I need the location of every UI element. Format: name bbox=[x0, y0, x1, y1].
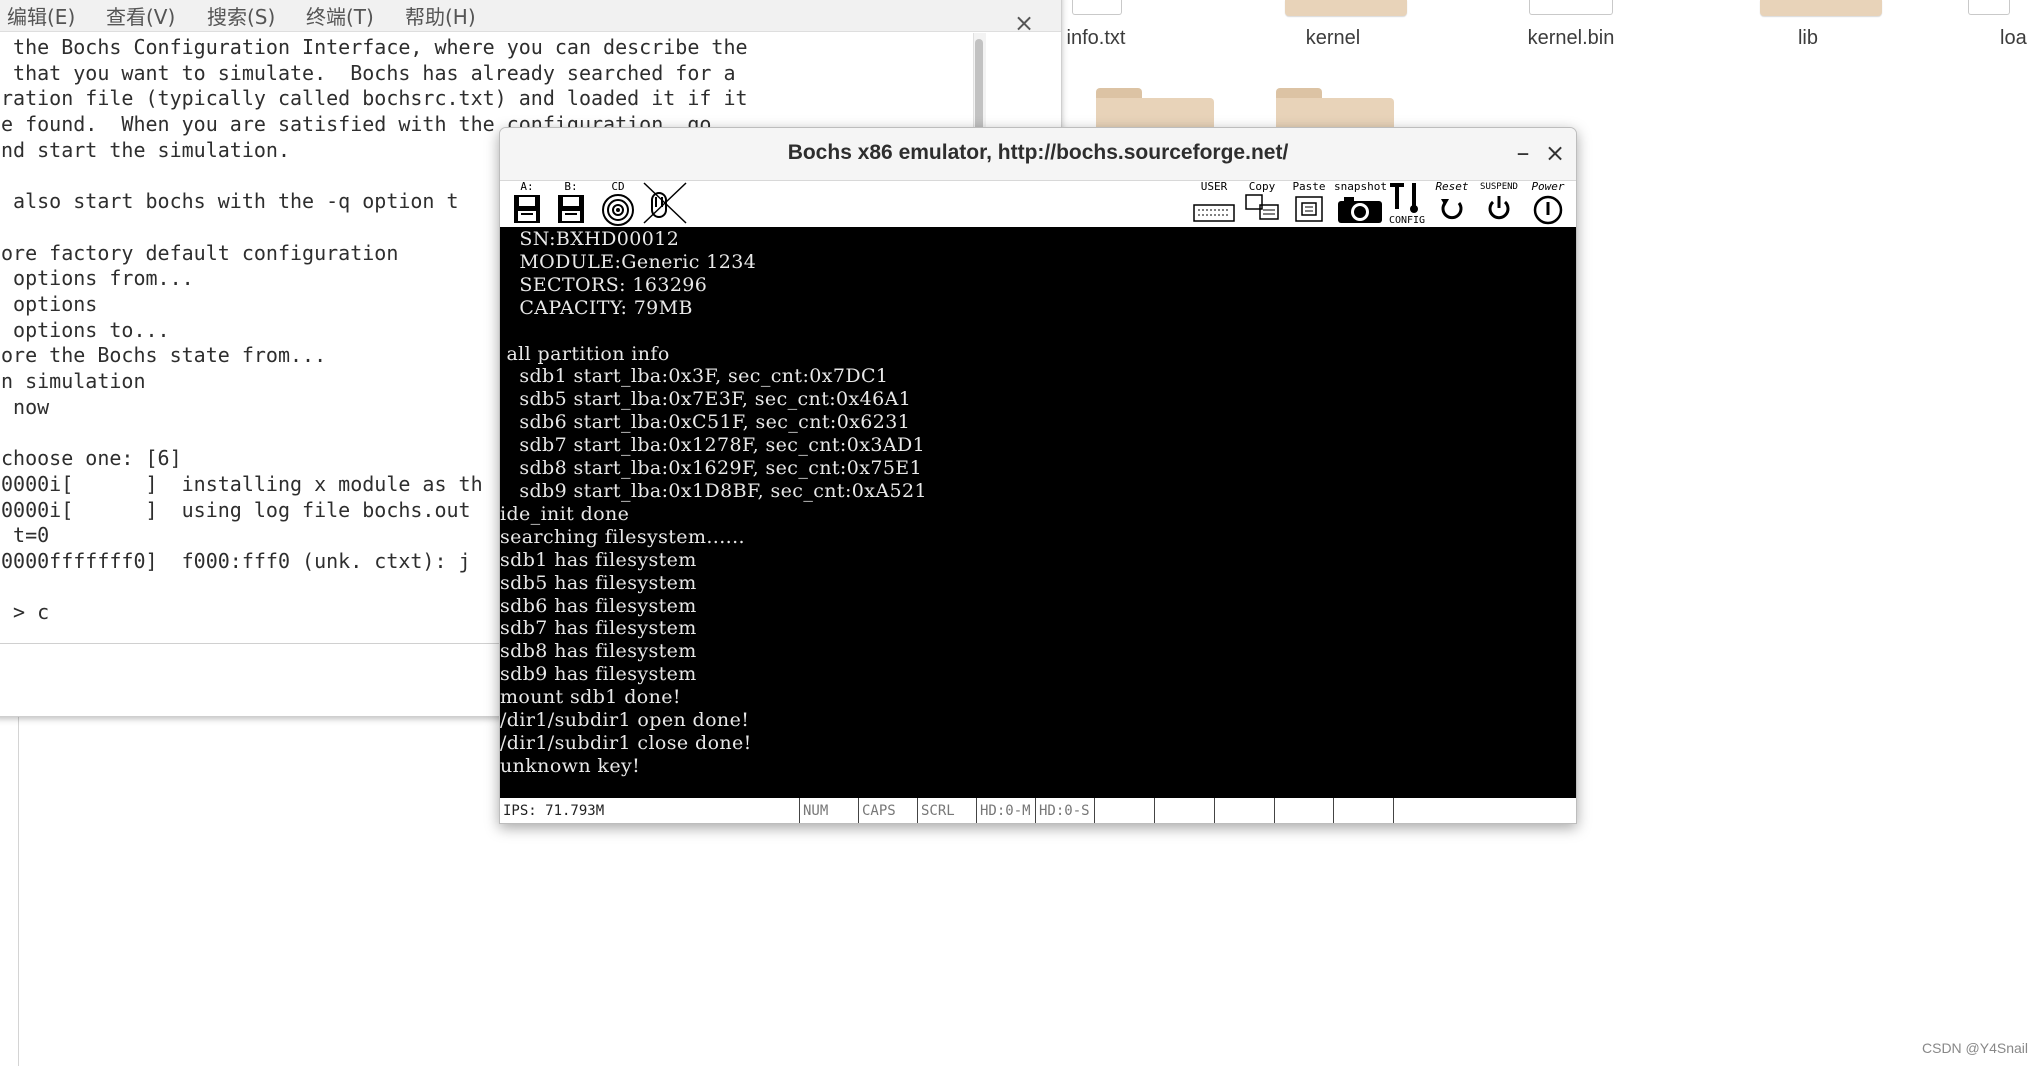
close-icon[interactable]: × bbox=[1006, 5, 1042, 41]
emulator-output: SN:BXHD00012 MODULE:Generic 1234 SECTORS… bbox=[500, 228, 927, 777]
hd-slave-indicator: HD:0-S bbox=[1036, 798, 1095, 823]
folder-icon bbox=[1285, 0, 1407, 16]
file-icon bbox=[1072, 0, 1122, 15]
emulator-screen[interactable]: SN:BXHD00012 MODULE:Generic 1234 SECTORS… bbox=[500, 227, 1576, 797]
file-icon bbox=[1968, 0, 2010, 15]
ips-readout: IPS: 71.793M bbox=[500, 798, 800, 823]
snapshot-button[interactable]: snapshot bbox=[1334, 181, 1387, 227]
floppy-a-button[interactable]: A: bbox=[510, 181, 544, 227]
floppy-b-button[interactable]: B: bbox=[554, 181, 588, 227]
file-manager-divider bbox=[18, 714, 19, 1066]
status-indicator bbox=[1275, 798, 1334, 823]
power-icon bbox=[1533, 195, 1563, 225]
keyboard-icon bbox=[1193, 204, 1235, 222]
user-button[interactable]: USER bbox=[1192, 181, 1236, 227]
config-button[interactable]: CONFIG bbox=[1386, 181, 1428, 227]
close-icon[interactable]: × bbox=[1540, 138, 1570, 168]
suspend-icon bbox=[1488, 196, 1510, 220]
paste-button[interactable]: Paste bbox=[1290, 181, 1328, 227]
mouse-button[interactable] bbox=[642, 181, 688, 227]
folder-icon[interactable] bbox=[1276, 88, 1394, 130]
floppy-icon bbox=[558, 195, 584, 223]
mouse-icon bbox=[643, 182, 687, 224]
hd-master-indicator: HD:0-M bbox=[977, 798, 1036, 823]
file-label: kernel bbox=[1305, 27, 1361, 49]
copy-button[interactable]: Copy bbox=[1242, 181, 1282, 227]
floppy-icon bbox=[514, 195, 540, 223]
menu-help[interactable]: 帮助(H) bbox=[405, 1, 476, 30]
file-label: kernel.bin bbox=[1527, 27, 1615, 49]
camera-icon bbox=[1338, 197, 1382, 223]
bochs-titlebar[interactable]: Bochs x86 emulator, http://bochs.sourcef… bbox=[500, 128, 1576, 181]
reset-icon bbox=[1441, 199, 1463, 220]
reset-button[interactable]: Reset bbox=[1430, 181, 1474, 227]
cdrom-icon bbox=[602, 194, 634, 226]
minimize-icon[interactable]: – bbox=[1508, 138, 1538, 168]
copy-icon bbox=[1245, 194, 1279, 220]
status-indicator bbox=[1155, 798, 1215, 823]
file-label: lib bbox=[1797, 27, 1818, 49]
cdrom-button[interactable]: CD bbox=[598, 181, 638, 227]
status-indicator bbox=[1095, 798, 1155, 823]
terminal-menubar: 编辑(E) 查看(V) 搜索(S) 终端(T) 帮助(H) bbox=[0, 0, 1061, 32]
file-icon bbox=[1529, 0, 1613, 15]
scroll-lock-indicator: SCRL bbox=[918, 798, 977, 823]
status-indicator bbox=[1215, 798, 1275, 823]
config-icon bbox=[1390, 183, 1418, 213]
menu-view[interactable]: 查看(V) bbox=[106, 1, 175, 30]
watermark: CSDN @Y4Snail bbox=[1922, 1040, 2029, 1056]
window-title: Bochs x86 emulator, http://bochs.sourcef… bbox=[787, 141, 1289, 164]
folder-icon bbox=[1760, 0, 1882, 16]
suspend-button[interactable]: SUSPEND bbox=[1476, 181, 1522, 227]
desktop: info.txt kernel kernel.bin lib loa 编辑(E)… bbox=[0, 0, 2031, 1066]
num-lock-indicator: NUM bbox=[800, 798, 859, 823]
bochs-statusbar: IPS: 71.793M NUM CAPS SCRL HD:0-M HD:0-S bbox=[500, 797, 1576, 823]
menu-terminal[interactable]: 终端(T) bbox=[306, 1, 374, 30]
power-button[interactable]: Power bbox=[1524, 181, 1572, 227]
caps-lock-indicator: CAPS bbox=[859, 798, 918, 823]
paste-icon bbox=[1295, 196, 1323, 222]
menu-search[interactable]: 搜索(S) bbox=[207, 1, 275, 30]
bochs-toolbar: A: B: CD USER Copy Paste snapshot CONFIG… bbox=[500, 181, 1576, 227]
menu-edit[interactable]: 编辑(E) bbox=[7, 1, 75, 30]
status-indicator bbox=[1334, 798, 1394, 823]
bochs-window[interactable]: Bochs x86 emulator, http://bochs.sourcef… bbox=[499, 127, 1577, 824]
folder-icon[interactable] bbox=[1096, 88, 1214, 130]
file-label: loa bbox=[2000, 27, 2027, 49]
